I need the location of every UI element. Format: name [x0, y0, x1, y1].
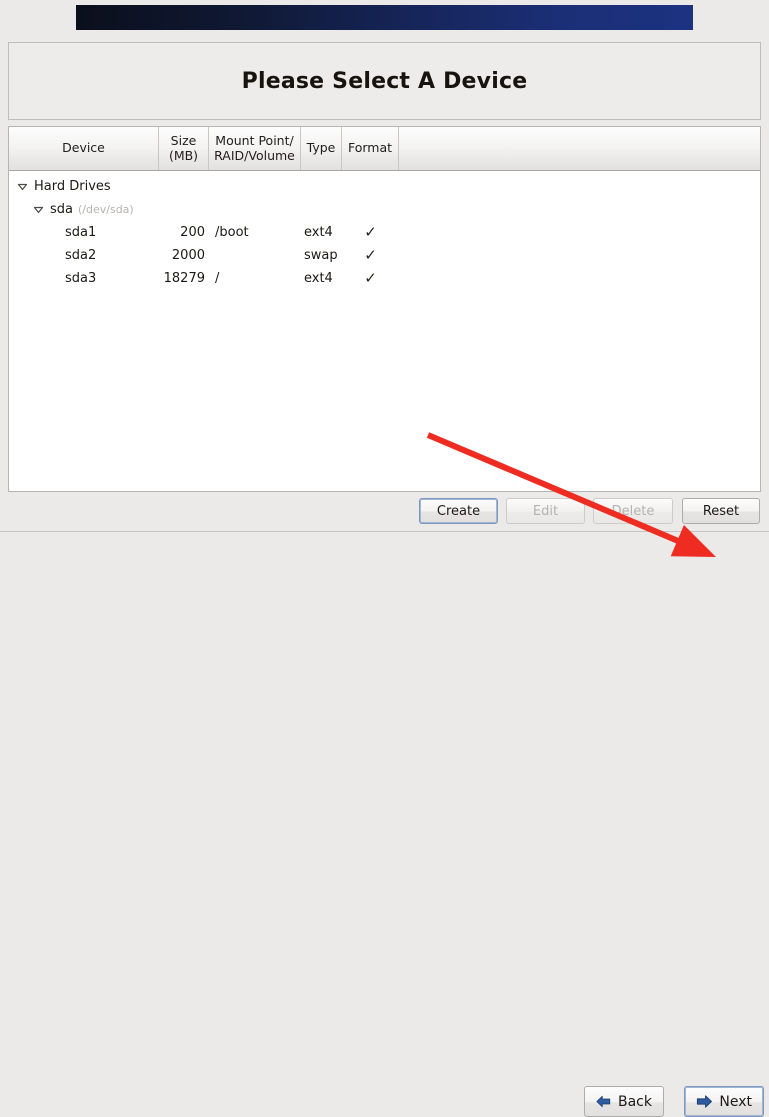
column-header-size[interactable]: Size (MB): [159, 127, 209, 170]
column-header-type[interactable]: Type: [301, 127, 342, 170]
cell-format: [342, 175, 399, 198]
device-name: sda1: [65, 225, 97, 240]
cell-device: sda3: [9, 267, 159, 290]
delete-button: Delete: [593, 498, 673, 524]
column-header-device-label: Device: [62, 140, 105, 156]
table-row[interactable]: sda (/dev/sda): [9, 198, 760, 221]
tree-expander-triangle-down-icon[interactable]: [17, 181, 28, 192]
cell-format: [342, 198, 399, 221]
table-row[interactable]: Hard Drives: [9, 175, 760, 198]
cell-size: [159, 198, 209, 221]
cell-size: 18279: [163, 271, 205, 286]
device-table-panel: Device Size (MB) Mount Point/ RAID/Volum…: [8, 126, 761, 492]
arrow-left-icon: [596, 1095, 611, 1108]
cell-mount-point: [209, 175, 301, 198]
cell-type: ext4: [304, 225, 333, 240]
create-button-label: Create: [436, 503, 481, 519]
back-button[interactable]: Back: [584, 1086, 664, 1117]
edit-button-label: Edit: [532, 503, 559, 519]
device-name: sda2: [65, 248, 97, 263]
column-header-filler: [399, 127, 760, 170]
device-name: sda3: [65, 271, 97, 286]
device-path: (/dev/sda): [78, 203, 134, 216]
cell-size: [159, 175, 209, 198]
column-header-format[interactable]: Format: [342, 127, 399, 170]
arrow-right-icon: [696, 1095, 712, 1108]
cell-device: sda (/dev/sda): [9, 198, 159, 221]
cell-type: swap: [304, 248, 338, 263]
cell-type: ext4: [304, 271, 333, 286]
column-header-size-line2: (MB): [168, 147, 199, 163]
table-row[interactable]: sda2 2000 swap ✓: [9, 244, 760, 267]
column-header-mount-line2: RAID/Volume: [214, 147, 295, 163]
cell-type: [301, 198, 342, 221]
next-button-label: Next: [719, 1093, 752, 1110]
column-header-mount-point[interactable]: Mount Point/ RAID/Volume: [209, 127, 301, 170]
back-button-label: Back: [618, 1093, 652, 1110]
column-header-format-label: Format: [347, 140, 393, 156]
device-name: sda: [50, 202, 73, 217]
cell-type: [301, 175, 342, 198]
edit-button: Edit: [506, 498, 585, 524]
cell-mount-point: [209, 198, 301, 221]
cell-device: sda1: [9, 221, 159, 244]
navigation-row: Back Next: [0, 532, 769, 1117]
device-tree-body: Hard Drives sda (/dev/sda) sda1 200/boot ext4…: [9, 171, 760, 290]
next-button[interactable]: Next: [684, 1086, 764, 1117]
column-header-mount-point-label: Mount Point/ RAID/Volume: [214, 133, 295, 163]
reset-button-label: Reset: [702, 503, 740, 519]
table-row[interactable]: sda1 200/boot ext4 ✓: [9, 221, 760, 244]
cell-format: ✓: [364, 246, 377, 264]
cell-format: ✓: [364, 269, 377, 287]
table-header-row: Device Size (MB) Mount Point/ RAID/Volum…: [9, 127, 760, 171]
column-header-size-label: Size (MB): [168, 133, 199, 163]
top-gradient-banner: [76, 5, 693, 30]
reset-button[interactable]: Reset: [682, 498, 760, 524]
cell-mount-point: [209, 244, 301, 267]
cell-mount-point: /: [215, 271, 220, 286]
device-name: Hard Drives: [34, 179, 111, 194]
cell-device: sda2: [9, 244, 159, 267]
column-header-size-line1: Size: [170, 133, 197, 149]
create-button[interactable]: Create: [419, 498, 498, 524]
tree-expander-triangle-down-icon[interactable]: [33, 204, 44, 215]
delete-button-label: Delete: [611, 503, 655, 519]
cell-device: Hard Drives: [9, 175, 159, 198]
cell-format: ✓: [364, 223, 377, 241]
column-header-type-label: Type: [306, 140, 336, 156]
column-header-device[interactable]: Device: [9, 127, 159, 170]
partition-action-row: Create Edit Delete Reset: [0, 494, 769, 530]
cell-size: 200: [180, 225, 205, 240]
table-row[interactable]: sda3 18279 / ext4 ✓: [9, 267, 760, 290]
title-panel: Please Select A Device: [8, 42, 761, 120]
cell-mount-point: /boot: [215, 225, 249, 240]
cell-size: 2000: [171, 248, 205, 263]
page-title: Please Select A Device: [241, 68, 528, 94]
column-header-mount-line1: Mount Point/: [215, 133, 294, 149]
